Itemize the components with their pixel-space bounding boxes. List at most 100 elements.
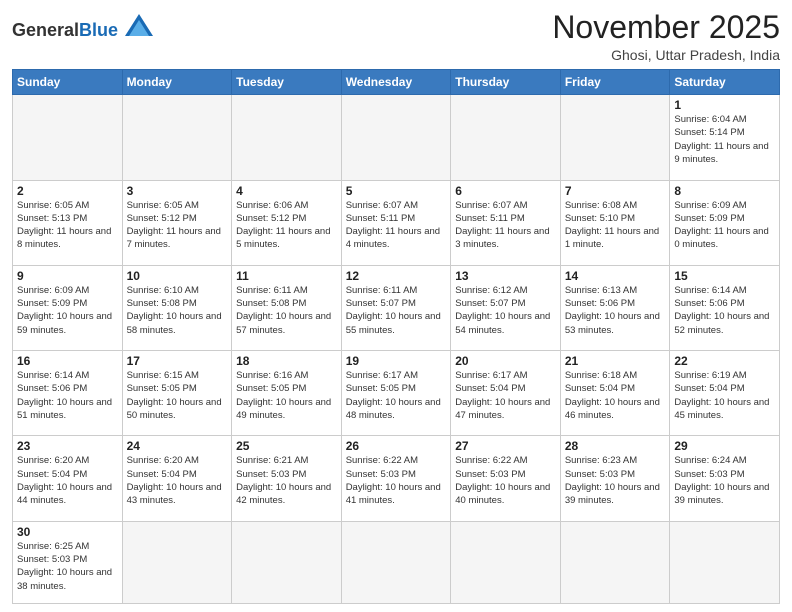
day-number: 26: [346, 439, 447, 453]
day-number: 6: [455, 184, 556, 198]
logo: GeneralBlue: [12, 14, 153, 41]
col-monday: Monday: [122, 70, 232, 95]
day-number: 5: [346, 184, 447, 198]
title-block: November 2025 Ghosi, Uttar Pradesh, Indi…: [552, 10, 780, 63]
col-wednesday: Wednesday: [341, 70, 451, 95]
day-info: Sunrise: 6:18 AM Sunset: 5:04 PM Dayligh…: [565, 369, 666, 422]
table-row: 24Sunrise: 6:20 AM Sunset: 5:04 PM Dayli…: [122, 436, 232, 521]
day-info: Sunrise: 6:06 AM Sunset: 5:12 PM Dayligh…: [236, 199, 337, 252]
table-row: 2Sunrise: 6:05 AM Sunset: 5:13 PM Daylig…: [13, 180, 123, 265]
page: GeneralBlue November 2025 Ghosi, Uttar P…: [0, 0, 792, 612]
table-row: 1Sunrise: 6:04 AM Sunset: 5:14 PM Daylig…: [670, 95, 780, 180]
table-row: 10Sunrise: 6:10 AM Sunset: 5:08 PM Dayli…: [122, 265, 232, 350]
day-info: Sunrise: 6:22 AM Sunset: 5:03 PM Dayligh…: [455, 454, 556, 507]
col-thursday: Thursday: [451, 70, 561, 95]
day-info: Sunrise: 6:11 AM Sunset: 5:08 PM Dayligh…: [236, 284, 337, 337]
table-row: 17Sunrise: 6:15 AM Sunset: 5:05 PM Dayli…: [122, 351, 232, 436]
day-number: 8: [674, 184, 775, 198]
table-row: 7Sunrise: 6:08 AM Sunset: 5:10 PM Daylig…: [560, 180, 670, 265]
table-row: 13Sunrise: 6:12 AM Sunset: 5:07 PM Dayli…: [451, 265, 561, 350]
table-row: [560, 521, 670, 603]
table-row: [451, 521, 561, 603]
table-row: 26Sunrise: 6:22 AM Sunset: 5:03 PM Dayli…: [341, 436, 451, 521]
day-info: Sunrise: 6:20 AM Sunset: 5:04 PM Dayligh…: [17, 454, 118, 507]
day-info: Sunrise: 6:09 AM Sunset: 5:09 PM Dayligh…: [674, 199, 775, 252]
day-info: Sunrise: 6:24 AM Sunset: 5:03 PM Dayligh…: [674, 454, 775, 507]
table-row: 3Sunrise: 6:05 AM Sunset: 5:12 PM Daylig…: [122, 180, 232, 265]
col-sunday: Sunday: [13, 70, 123, 95]
table-row: 9Sunrise: 6:09 AM Sunset: 5:09 PM Daylig…: [13, 265, 123, 350]
table-row: 15Sunrise: 6:14 AM Sunset: 5:06 PM Dayli…: [670, 265, 780, 350]
day-number: 17: [127, 354, 228, 368]
day-info: Sunrise: 6:07 AM Sunset: 5:11 PM Dayligh…: [455, 199, 556, 252]
day-number: 21: [565, 354, 666, 368]
day-number: 15: [674, 269, 775, 283]
table-row: 23Sunrise: 6:20 AM Sunset: 5:04 PM Dayli…: [13, 436, 123, 521]
day-info: Sunrise: 6:05 AM Sunset: 5:12 PM Dayligh…: [127, 199, 228, 252]
day-info: Sunrise: 6:19 AM Sunset: 5:04 PM Dayligh…: [674, 369, 775, 422]
day-number: 11: [236, 269, 337, 283]
day-info: Sunrise: 6:11 AM Sunset: 5:07 PM Dayligh…: [346, 284, 447, 337]
col-friday: Friday: [560, 70, 670, 95]
day-info: Sunrise: 6:09 AM Sunset: 5:09 PM Dayligh…: [17, 284, 118, 337]
day-number: 19: [346, 354, 447, 368]
day-info: Sunrise: 6:04 AM Sunset: 5:14 PM Dayligh…: [674, 113, 775, 166]
day-info: Sunrise: 6:21 AM Sunset: 5:03 PM Dayligh…: [236, 454, 337, 507]
day-number: 28: [565, 439, 666, 453]
table-row: 8Sunrise: 6:09 AM Sunset: 5:09 PM Daylig…: [670, 180, 780, 265]
table-row: 20Sunrise: 6:17 AM Sunset: 5:04 PM Dayli…: [451, 351, 561, 436]
table-row: 19Sunrise: 6:17 AM Sunset: 5:05 PM Dayli…: [341, 351, 451, 436]
logo-text: GeneralBlue: [12, 14, 153, 41]
table-row: 28Sunrise: 6:23 AM Sunset: 5:03 PM Dayli…: [560, 436, 670, 521]
day-info: Sunrise: 6:16 AM Sunset: 5:05 PM Dayligh…: [236, 369, 337, 422]
day-info: Sunrise: 6:05 AM Sunset: 5:13 PM Dayligh…: [17, 199, 118, 252]
table-row: 18Sunrise: 6:16 AM Sunset: 5:05 PM Dayli…: [232, 351, 342, 436]
day-number: 16: [17, 354, 118, 368]
day-number: 12: [346, 269, 447, 283]
table-row: [451, 95, 561, 180]
table-row: [232, 95, 342, 180]
day-number: 1: [674, 98, 775, 112]
table-row: 30Sunrise: 6:25 AM Sunset: 5:03 PM Dayli…: [13, 521, 123, 603]
table-row: 16Sunrise: 6:14 AM Sunset: 5:06 PM Dayli…: [13, 351, 123, 436]
table-row: [670, 521, 780, 603]
table-row: 5Sunrise: 6:07 AM Sunset: 5:11 PM Daylig…: [341, 180, 451, 265]
logo-blue: Blue: [79, 20, 118, 40]
table-row: [341, 95, 451, 180]
table-row: 22Sunrise: 6:19 AM Sunset: 5:04 PM Dayli…: [670, 351, 780, 436]
table-row: [13, 95, 123, 180]
day-number: 27: [455, 439, 556, 453]
day-info: Sunrise: 6:13 AM Sunset: 5:06 PM Dayligh…: [565, 284, 666, 337]
main-title: November 2025: [552, 10, 780, 45]
day-number: 4: [236, 184, 337, 198]
table-row: [232, 521, 342, 603]
table-row: 4Sunrise: 6:06 AM Sunset: 5:12 PM Daylig…: [232, 180, 342, 265]
day-number: 10: [127, 269, 228, 283]
table-row: [341, 521, 451, 603]
day-info: Sunrise: 6:17 AM Sunset: 5:05 PM Dayligh…: [346, 369, 447, 422]
day-info: Sunrise: 6:25 AM Sunset: 5:03 PM Dayligh…: [17, 540, 118, 593]
day-info: Sunrise: 6:14 AM Sunset: 5:06 PM Dayligh…: [674, 284, 775, 337]
col-tuesday: Tuesday: [232, 70, 342, 95]
logo-icon: [125, 14, 153, 36]
subtitle: Ghosi, Uttar Pradesh, India: [552, 47, 780, 63]
logo-general: General: [12, 20, 79, 40]
calendar: Sunday Monday Tuesday Wednesday Thursday…: [12, 69, 780, 604]
day-info: Sunrise: 6:15 AM Sunset: 5:05 PM Dayligh…: [127, 369, 228, 422]
day-info: Sunrise: 6:10 AM Sunset: 5:08 PM Dayligh…: [127, 284, 228, 337]
day-info: Sunrise: 6:12 AM Sunset: 5:07 PM Dayligh…: [455, 284, 556, 337]
day-info: Sunrise: 6:23 AM Sunset: 5:03 PM Dayligh…: [565, 454, 666, 507]
day-info: Sunrise: 6:20 AM Sunset: 5:04 PM Dayligh…: [127, 454, 228, 507]
day-number: 23: [17, 439, 118, 453]
table-row: 11Sunrise: 6:11 AM Sunset: 5:08 PM Dayli…: [232, 265, 342, 350]
table-row: 14Sunrise: 6:13 AM Sunset: 5:06 PM Dayli…: [560, 265, 670, 350]
day-number: 2: [17, 184, 118, 198]
day-info: Sunrise: 6:22 AM Sunset: 5:03 PM Dayligh…: [346, 454, 447, 507]
day-info: Sunrise: 6:14 AM Sunset: 5:06 PM Dayligh…: [17, 369, 118, 422]
col-saturday: Saturday: [670, 70, 780, 95]
day-number: 14: [565, 269, 666, 283]
day-info: Sunrise: 6:08 AM Sunset: 5:10 PM Dayligh…: [565, 199, 666, 252]
table-row: 21Sunrise: 6:18 AM Sunset: 5:04 PM Dayli…: [560, 351, 670, 436]
day-info: Sunrise: 6:17 AM Sunset: 5:04 PM Dayligh…: [455, 369, 556, 422]
day-number: 24: [127, 439, 228, 453]
